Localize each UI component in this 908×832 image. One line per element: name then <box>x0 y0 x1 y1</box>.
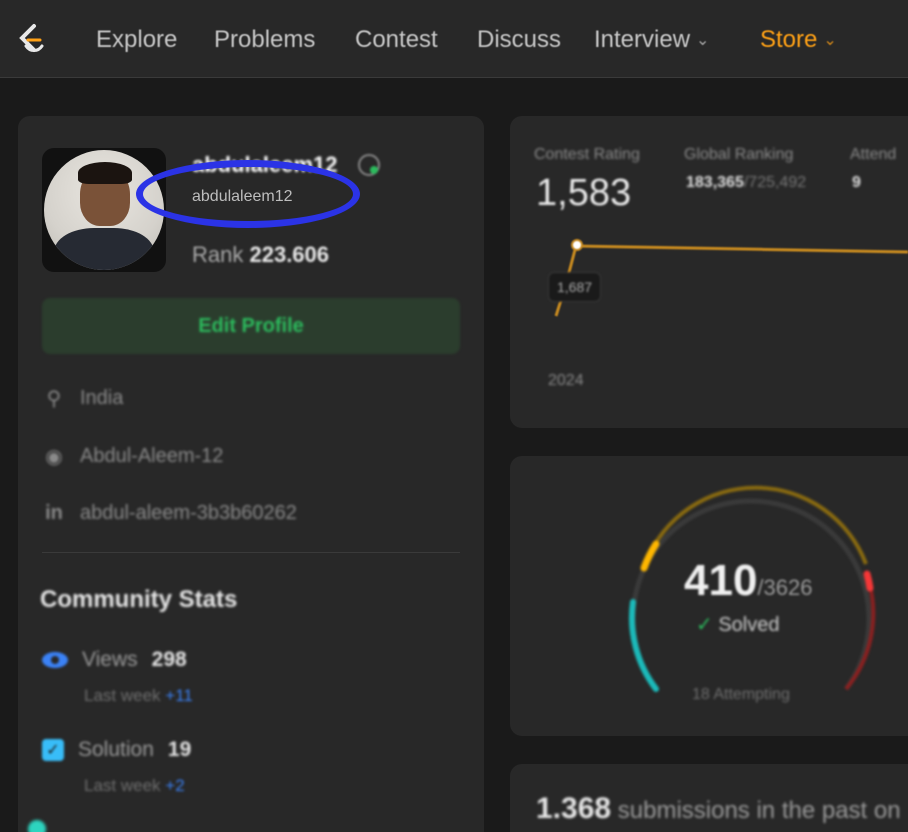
solution-sub: Last week +2 <box>84 776 185 796</box>
global-rank-total: /725,492 <box>743 174 807 191</box>
check-icon: ✓ <box>696 614 713 636</box>
easy-arc <box>628 599 659 692</box>
nav-interview[interactable]: Interview ⌄ <box>594 26 709 54</box>
location-pin-icon: ⚲ <box>46 388 62 410</box>
global-ranking-label: Global Ranking <box>684 146 794 163</box>
solution-delta: +2 <box>165 776 185 795</box>
rating-point <box>571 239 583 251</box>
nav-store-label: Store <box>760 26 818 53</box>
views-stat: Views 298 <box>42 648 187 672</box>
community-stats-title: Community Stats <box>40 586 238 613</box>
submissions-summary: 1.368 submissions in the past on <box>536 792 901 826</box>
views-label: Views <box>82 648 138 671</box>
submissions-text: submissions in the past on <box>617 797 901 824</box>
solved-label-text: Solved <box>718 614 780 636</box>
nav-contest-label: Contest <box>355 26 438 53</box>
attended-label: Attend <box>850 146 897 163</box>
top-nav: Explore Problems Contest Discuss Intervi… <box>0 0 908 78</box>
hard-fill-arc <box>863 570 874 592</box>
rank-value: 223.606 <box>249 242 330 267</box>
submissions-count: 1.368 <box>536 792 612 825</box>
nav-discuss-label: Discuss <box>477 26 562 53</box>
contest-rating-card: Contest Rating 1,583 Global Ranking 183,… <box>510 116 908 428</box>
chevron-down-icon: ⌄ <box>696 32 710 49</box>
rating-line <box>554 244 908 317</box>
edit-profile-button[interactable]: Edit Profile <box>42 298 460 354</box>
nav-discuss[interactable]: Discuss <box>477 26 561 54</box>
solution-stat: ✓ Solution 19 <box>42 738 191 762</box>
submissions-card: 1.368 submissions in the past on <box>510 764 908 832</box>
location-row: ⚲ India <box>42 386 124 411</box>
solved-count-value: 410 <box>684 556 758 605</box>
eye-icon <box>42 652 68 668</box>
nav-problems-label: Problems <box>214 26 316 53</box>
views-sub-label: Last week <box>84 686 161 705</box>
user-avatar <box>44 150 164 270</box>
attended-value: 9 <box>852 174 861 191</box>
solved-label: ✓ Solved <box>696 612 779 637</box>
location-text: India <box>80 387 124 409</box>
solution-sub-label: Last week <box>84 776 161 795</box>
views-sub: Last week +11 <box>84 686 193 706</box>
discuss-stat-icon <box>28 820 46 832</box>
rank: Rank 223.606 <box>192 242 329 268</box>
github-icon: ◉ <box>45 446 63 468</box>
solved-total: /3626 <box>757 575 813 600</box>
nav-contest[interactable]: Contest <box>355 26 438 54</box>
solution-label: Solution <box>78 738 154 761</box>
medium-fill-arc <box>640 540 660 572</box>
nav-interview-label: Interview <box>594 26 691 53</box>
nav-store[interactable]: Store ⌄ <box>760 26 837 54</box>
linkedin-link[interactable]: abdul-aleem-3b3b60262 <box>80 502 297 525</box>
avatar[interactable] <box>42 148 166 272</box>
linkedin-icon: in <box>45 502 63 524</box>
highlight-ellipse <box>136 160 360 228</box>
profile-card: abdulaleem12 abdulaleem12 Rank 223.606 E… <box>18 116 484 832</box>
global-ranking: 183,365/725,492 <box>686 174 806 192</box>
contest-rating-label: Contest Rating <box>534 146 640 163</box>
badge-icon[interactable] <box>358 154 380 176</box>
solved-problems-card: 410/3626 ✓ Solved 18 Attempting <box>510 456 908 736</box>
solution-value: 19 <box>167 738 192 761</box>
rating-line-chart[interactable] <box>510 216 908 326</box>
rating-tooltip: 1,687 <box>548 272 602 302</box>
solution-check-icon: ✓ <box>42 739 64 761</box>
leetcode-logo-icon[interactable] <box>14 22 48 56</box>
nav-explore-label: Explore <box>96 26 178 53</box>
nav-explore[interactable]: Explore <box>96 26 177 54</box>
solved-count: 410/3626 <box>684 556 812 606</box>
github-row[interactable]: ◉ Abdul-Aleem-12 <box>42 444 223 469</box>
views-delta: +11 <box>165 686 193 705</box>
rank-label: Rank <box>192 242 244 267</box>
year-tick: 2024 <box>548 372 584 389</box>
contest-rating-value: 1,583 <box>536 172 632 214</box>
chevron-down-icon: ⌄ <box>823 32 837 49</box>
nav-problems[interactable]: Problems <box>214 26 315 54</box>
github-link[interactable]: Abdul-Aleem-12 <box>80 445 223 468</box>
views-value: 298 <box>151 648 187 671</box>
global-rank-value: 183,365 <box>686 174 744 191</box>
linkedin-row[interactable]: in abdul-aleem-3b3b60262 <box>42 502 297 525</box>
attempting-count: 18 Attempting <box>692 686 790 703</box>
divider <box>42 552 460 553</box>
